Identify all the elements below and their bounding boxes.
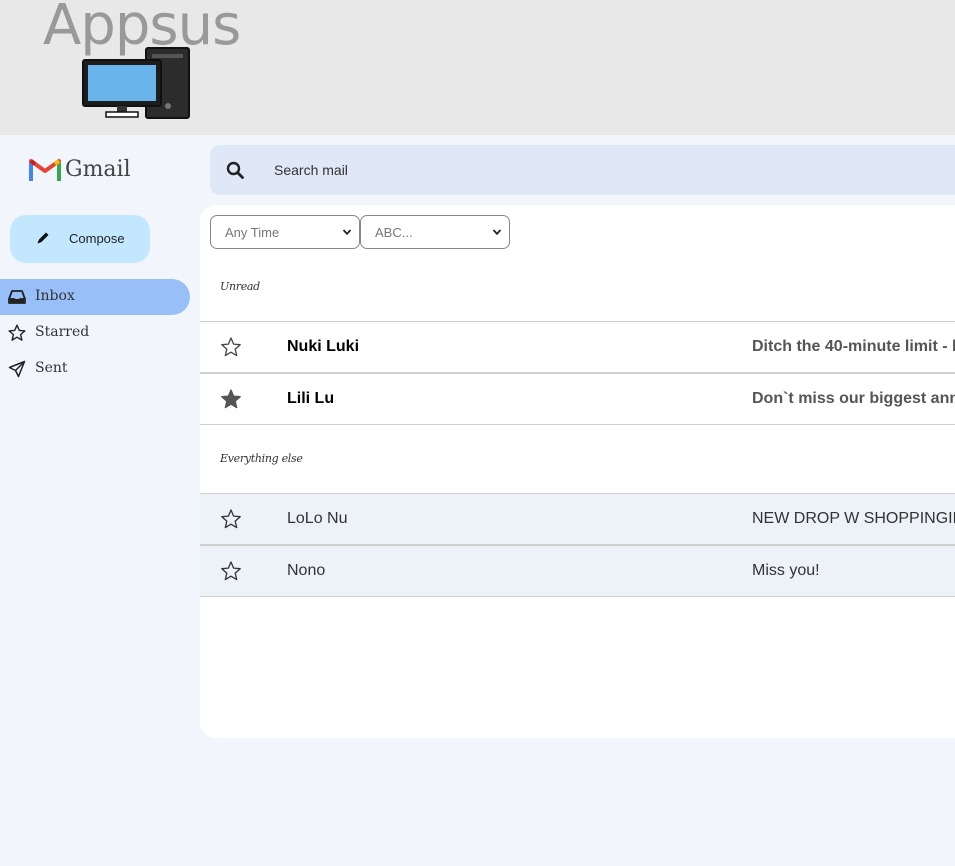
- mail-row[interactable]: Nono Miss you!: [200, 545, 955, 597]
- pencil-icon: [37, 232, 49, 244]
- star-filled-icon[interactable]: [220, 388, 242, 410]
- sidebar-item-label: Sent: [35, 360, 68, 376]
- mail-row[interactable]: Nuki Luki Ditch the 40-minute limit - b: [200, 321, 955, 373]
- mail-subject: Miss you!: [752, 562, 820, 579]
- app-header: Appsus: [0, 0, 955, 135]
- search-input[interactable]: [274, 159, 774, 181]
- sort-filter-select[interactable]: ABC...: [360, 215, 510, 249]
- mail-sender: LoLo Nu: [287, 510, 348, 527]
- section-label-everything-else: Everything else: [220, 452, 303, 465]
- gmail-logo[interactable]: Gmail: [29, 155, 131, 183]
- compose-label: Compose: [69, 231, 125, 246]
- mail-subject: Ditch the 40-minute limit - b: [752, 338, 955, 355]
- star-outline-icon[interactable]: [220, 560, 242, 582]
- inbox-icon: [8, 290, 26, 304]
- gmail-brand-text: Gmail: [65, 156, 131, 182]
- compose-button[interactable]: Compose: [10, 215, 150, 263]
- star-outline-icon[interactable]: [220, 508, 242, 530]
- search-icon[interactable]: [226, 161, 244, 179]
- sidebar-item-label: Starred: [35, 324, 90, 340]
- sidebar-item-inbox[interactable]: Inbox: [0, 279, 190, 315]
- search-bar: [210, 145, 955, 195]
- sidebar-item-starred[interactable]: Starred: [0, 315, 190, 351]
- mail-row[interactable]: LoLo Nu NEW DROP W SHOPPINGIL: [200, 493, 955, 545]
- time-filter-value[interactable]: Any Time: [210, 215, 360, 249]
- send-icon: [8, 360, 26, 378]
- gmail-m-icon: [29, 159, 61, 181]
- mail-sender: Lili Lu: [287, 390, 335, 407]
- mail-subject: NEW DROP W SHOPPINGIL: [752, 510, 955, 527]
- mail-row[interactable]: Lili Lu Don`t miss our biggest ann: [200, 373, 955, 425]
- mail-sender: Nuki Luki: [287, 338, 360, 355]
- mail-sender: Nono: [287, 562, 326, 579]
- computer-icon: [82, 47, 190, 119]
- time-filter-select[interactable]: Any Time: [210, 215, 360, 249]
- sidebar-item-label: Inbox: [35, 288, 75, 304]
- sidebar-item-sent[interactable]: Sent: [0, 351, 190, 387]
- sort-filter-value[interactable]: ABC...: [360, 215, 510, 249]
- mail-subject: Don`t miss our biggest ann: [752, 390, 955, 407]
- section-label-unread: Unread: [220, 280, 260, 293]
- star-outline-icon[interactable]: [220, 336, 242, 358]
- star-icon: [8, 324, 26, 341]
- mail-list-panel: Any Time ABC... Unread Nuki Luki Ditch t…: [200, 205, 955, 738]
